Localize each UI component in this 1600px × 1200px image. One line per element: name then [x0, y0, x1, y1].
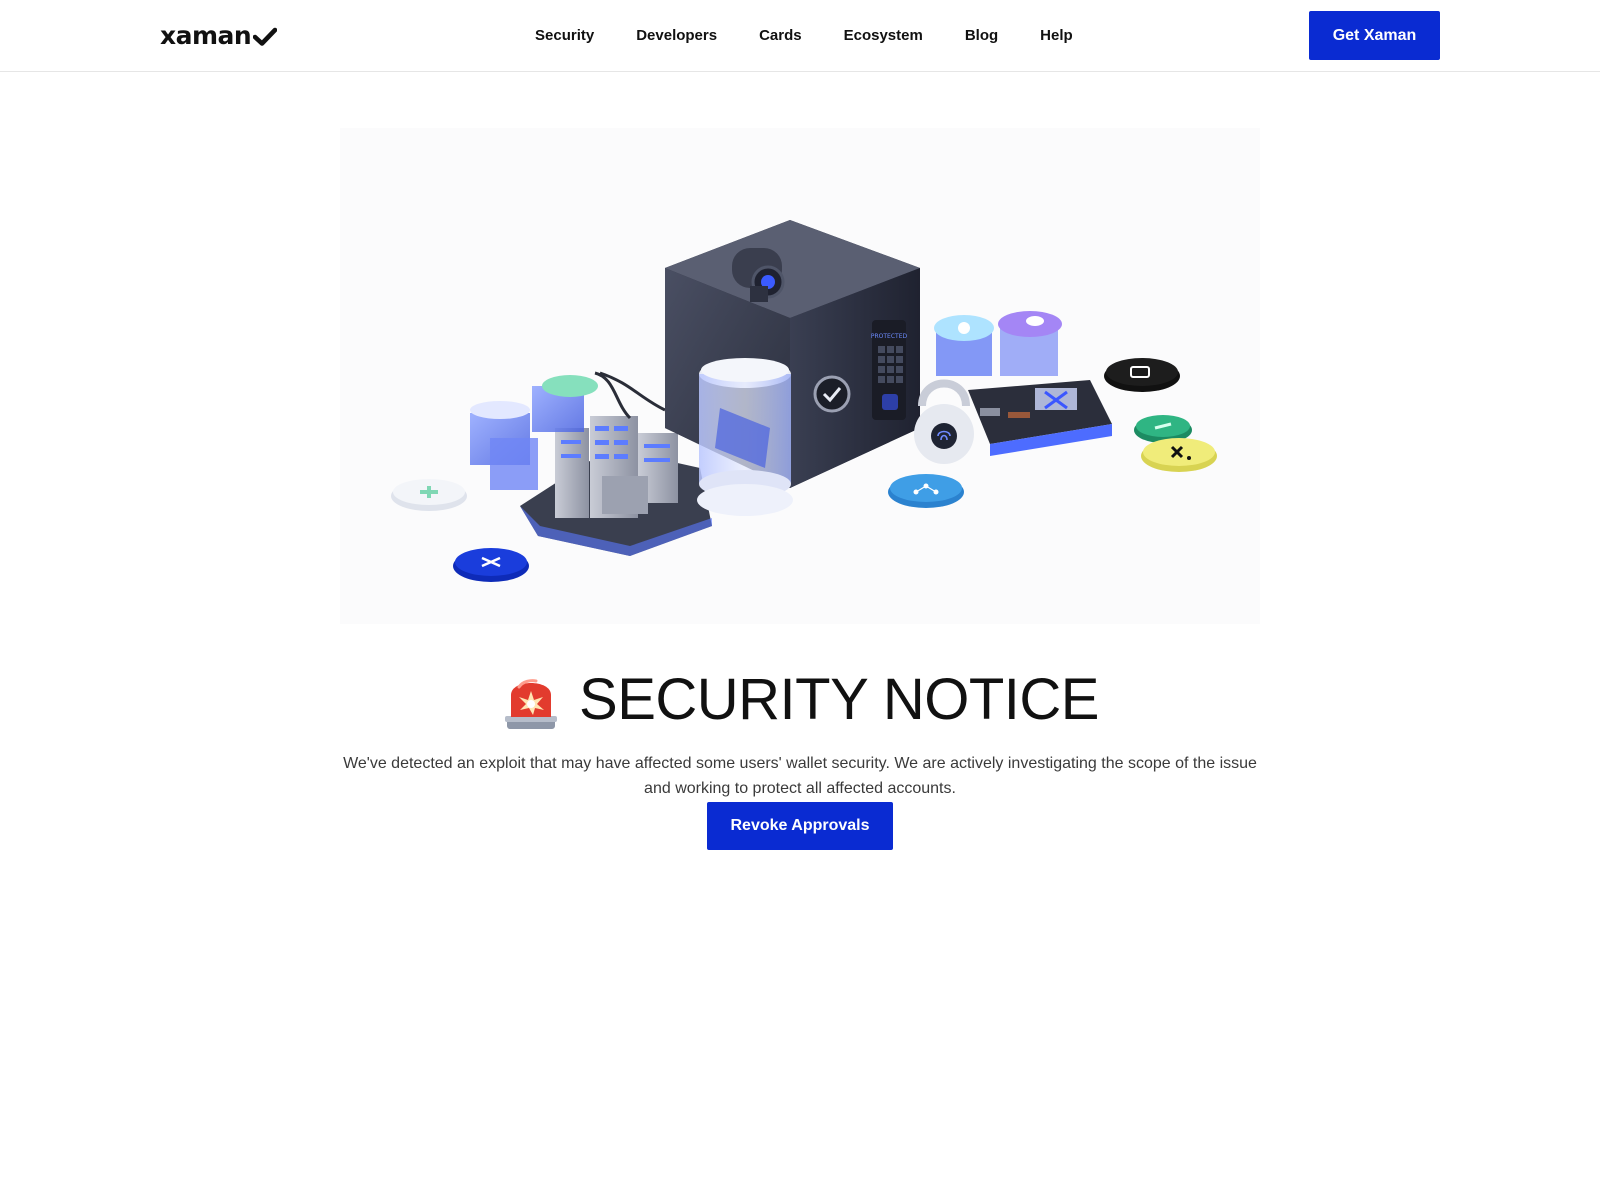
nav-help[interactable]: Help: [1040, 24, 1073, 48]
page-title: SECURITY NOTICE: [579, 667, 1099, 732]
site-header: xaman Security Developers Cards Ecosyste…: [0, 0, 1600, 72]
security-illustration: PROTECTED: [391, 220, 1217, 582]
glass-vault: [697, 358, 793, 516]
nav-ecosystem[interactable]: Ecosystem: [844, 24, 923, 48]
hero-illustration: PROTECTED: [340, 128, 1260, 624]
nav-developers[interactable]: Developers: [636, 24, 717, 48]
xaman-logo[interactable]: xaman: [160, 20, 278, 52]
nav-security[interactable]: Security: [535, 24, 594, 48]
police-siren-icon: [505, 679, 558, 729]
token-jars: [934, 311, 1062, 376]
checkmark-icon: [253, 27, 278, 46]
notice-text: We've detected an exploit that may have …: [343, 755, 1257, 797]
nav-blog[interactable]: Blog: [965, 24, 998, 48]
hardware-device: [968, 380, 1112, 456]
keypad-label: PROTECTED: [871, 333, 908, 340]
revoke-approvals-button[interactable]: Revoke Approvals: [707, 802, 893, 850]
padlock: [914, 379, 974, 464]
logo-wordmark: xaman: [160, 21, 252, 50]
get-xaman-button[interactable]: Get Xaman: [1309, 11, 1440, 60]
main-nav: Security Developers Cards Ecosystem Blog…: [535, 24, 1073, 48]
notice-heading: SECURITY NOTICE: [0, 664, 1600, 736]
nav-cards[interactable]: Cards: [759, 24, 802, 48]
